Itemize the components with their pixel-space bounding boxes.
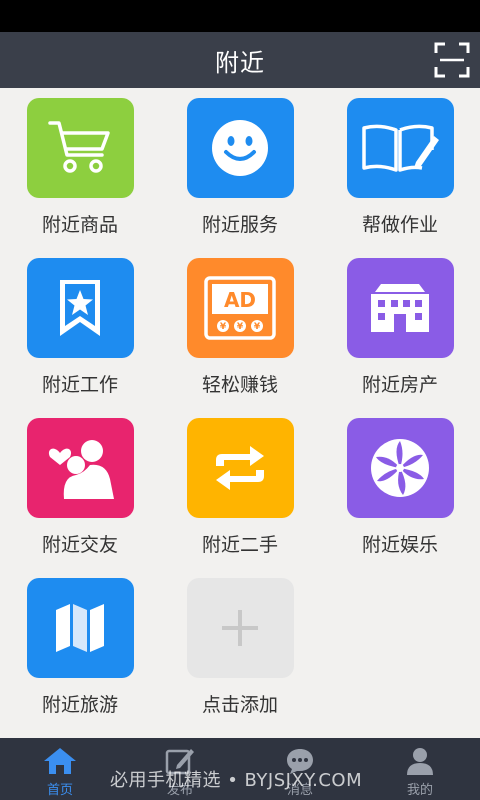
person-icon xyxy=(407,748,433,775)
tile-nearby-services[interactable]: 附近服务 xyxy=(160,88,320,248)
tile-nearby-friends[interactable]: 附近交友 xyxy=(0,408,160,568)
ad-money-icon: AD ¥ ¥ ¥ xyxy=(204,276,276,340)
tile-label: 附近商品 xyxy=(41,214,118,236)
map-icon xyxy=(56,604,104,652)
nav-label: 发布 xyxy=(166,783,193,798)
tile-label: 附近旅游 xyxy=(41,694,118,716)
svg-text:¥: ¥ xyxy=(237,322,244,332)
nav-label: 我的 xyxy=(406,783,433,798)
tile-label: 附近交友 xyxy=(41,534,118,556)
nav-home[interactable]: 首页 xyxy=(0,738,120,800)
tile-icon-box xyxy=(346,258,454,358)
tile-label: 附近工作 xyxy=(41,374,118,396)
page-title: 附近 xyxy=(215,48,265,77)
shopping-cart-icon xyxy=(48,121,110,173)
book-pen-icon xyxy=(362,124,439,172)
title-bar: 附近 xyxy=(0,32,480,88)
tile-label: 帮做作业 xyxy=(361,214,438,236)
tile-label: 附近二手 xyxy=(201,534,278,556)
tile-nearby-travel[interactable]: 附近旅游 xyxy=(0,568,160,728)
tile-icon-box xyxy=(346,418,454,518)
tile-label: 点击添加 xyxy=(201,694,278,716)
nav-publish[interactable]: 发布 xyxy=(120,738,240,800)
tile-label: 附近娱乐 xyxy=(361,534,438,556)
tile-icon-box xyxy=(186,418,294,518)
candy-swirl-icon xyxy=(371,439,429,497)
chat-bubble-icon xyxy=(287,749,313,774)
plus-icon xyxy=(222,610,258,646)
exchange-arrows-icon xyxy=(216,446,264,490)
tile-icon-box xyxy=(186,578,294,678)
bookmark-star-icon xyxy=(60,280,100,336)
tile-icon-box: AD ¥ ¥ ¥ xyxy=(186,258,294,358)
tile-icon-box xyxy=(26,98,134,198)
tile-icon-box xyxy=(26,578,134,678)
status-bar xyxy=(0,0,480,32)
tile-icon-box xyxy=(26,258,134,358)
tile-add-new[interactable]: 点击添加 xyxy=(160,568,320,728)
tile-label: 附近房产 xyxy=(361,374,438,396)
svg-text:¥: ¥ xyxy=(254,322,261,332)
tile-label: 附近服务 xyxy=(201,214,278,236)
tile-icon-box xyxy=(186,98,294,198)
tile-second-hand[interactable]: 附近二手 xyxy=(160,408,320,568)
tile-nearby-goods[interactable]: 附近商品 xyxy=(0,88,160,248)
edit-icon xyxy=(165,749,194,775)
tile-icon-box xyxy=(346,98,454,198)
tile-nearby-jobs[interactable]: 附近工作 xyxy=(0,248,160,408)
nav-profile[interactable]: 我的 xyxy=(360,738,480,800)
bottom-nav: 首页 发布 消息 我的 xyxy=(0,738,480,800)
smiley-face-icon xyxy=(212,120,268,176)
nav-label: 消息 xyxy=(286,783,313,798)
tile-easy-money[interactable]: AD ¥ ¥ ¥ 轻松赚钱 xyxy=(160,248,320,408)
couple-heart-icon xyxy=(48,440,114,499)
tile-nearby-property[interactable]: 附近房产 xyxy=(320,248,480,408)
home-icon xyxy=(44,748,76,774)
tile-nearby-entertainment[interactable]: 附近娱乐 xyxy=(320,408,480,568)
scan-icon[interactable] xyxy=(434,42,470,78)
tile-label: 轻松赚钱 xyxy=(201,374,278,396)
tile-homework-help[interactable]: 帮做作业 xyxy=(320,88,480,248)
nav-messages[interactable]: 消息 xyxy=(240,738,360,800)
svg-text:¥: ¥ xyxy=(220,322,227,332)
nav-label: 首页 xyxy=(46,783,73,798)
ad-badge-text: AD xyxy=(224,288,256,312)
tile-icon-box xyxy=(26,418,134,518)
building-icon xyxy=(371,284,429,332)
